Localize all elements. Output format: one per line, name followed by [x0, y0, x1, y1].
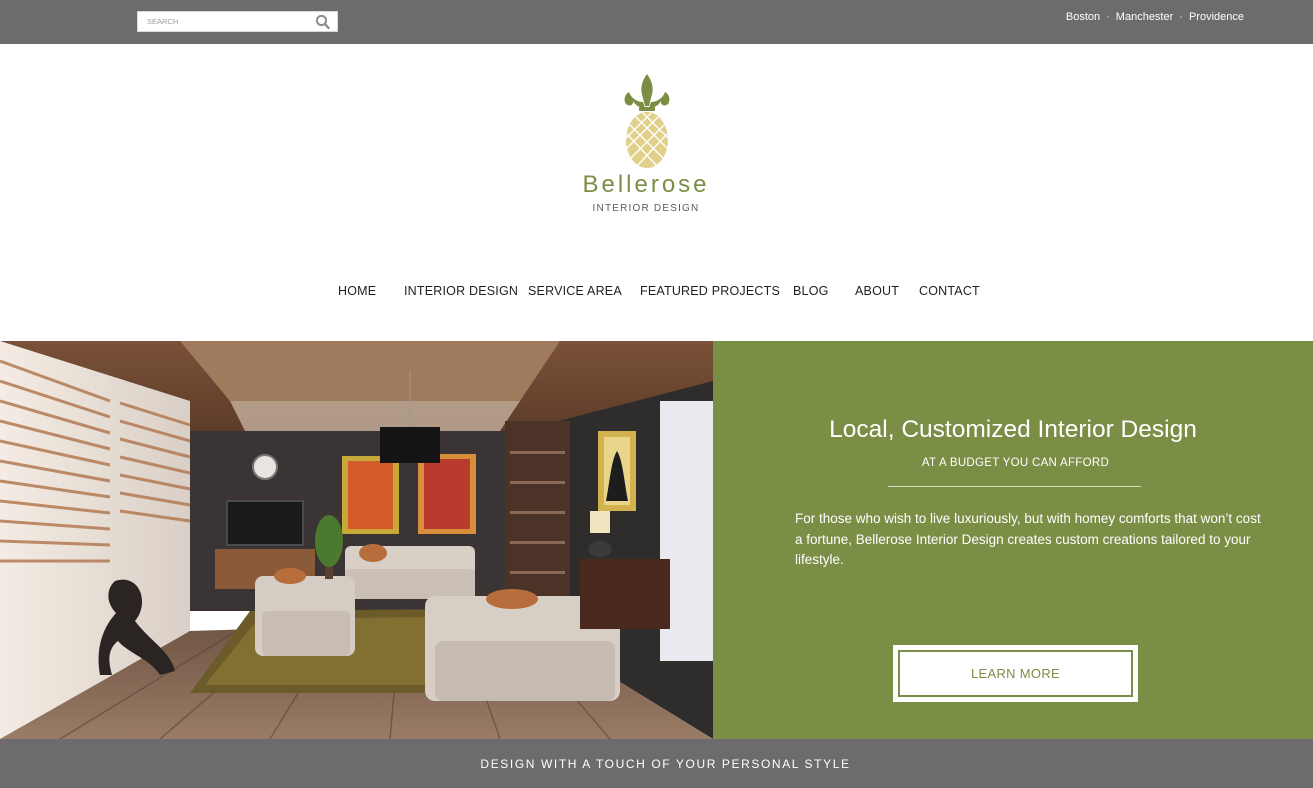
hero-description: For those who wish to live luxuriously, …	[795, 511, 1261, 567]
brand-tagline: INTERIOR DESIGN	[592, 203, 700, 214]
location-link-providence[interactable]: Providence	[1189, 11, 1244, 23]
learn-more-button[interactable]: LEARN MORE	[893, 645, 1138, 702]
search-input[interactable]	[138, 12, 310, 31]
top-bar: Boston · Manchester · Providence	[0, 0, 1313, 44]
fleur-de-lis-pineapple-icon	[624, 74, 670, 168]
location-link-boston[interactable]: Boston	[1066, 11, 1100, 23]
nav-item-blog[interactable]: BLOG	[793, 284, 829, 298]
learn-more-button-label: LEARN MORE	[898, 650, 1133, 697]
nav-item-contact[interactable]: CONTACT	[919, 284, 980, 298]
nav-item-featured-projects[interactable]: FEATURED PROJECTS	[640, 284, 780, 298]
nav-item-home[interactable]: HOME	[338, 284, 376, 298]
living-room-photo	[0, 341, 713, 739]
nav-item-about[interactable]: ABOUT	[855, 284, 899, 298]
slogan-text: DESIGN WITH A TOUCH OF YOUR PERSONAL STY…	[480, 757, 851, 771]
hero-title: Local, Customized Interior Design	[829, 416, 1197, 443]
divider	[888, 486, 1141, 487]
separator: ·	[1179, 11, 1183, 23]
hero-panel: Local, Customized Interior Design AT A B…	[713, 341, 1313, 739]
slogan-bar: DESIGN WITH A TOUCH OF YOUR PERSONAL STY…	[0, 739, 1313, 788]
location-links: Boston · Manchester · Providence	[1066, 11, 1244, 23]
hero-subtitle: AT A BUDGET YOU CAN AFFORD	[921, 457, 1110, 469]
brand-name: Bellerose	[582, 171, 710, 198]
separator: ·	[1106, 11, 1110, 23]
nav-item-interior-design[interactable]: INTERIOR DESIGN	[404, 284, 518, 298]
brand-logo[interactable]: Bellerose INTERIOR DESIGN	[566, 72, 726, 222]
living-room-illustration	[0, 341, 713, 739]
nav-item-service-area[interactable]: SERVICE AREA	[528, 284, 622, 298]
main-nav: HOME INTERIOR DESIGN SERVICE AREA FEATUR…	[0, 284, 1313, 300]
location-link-manchester[interactable]: Manchester	[1116, 11, 1173, 23]
search-icon[interactable]	[315, 14, 331, 30]
search-box[interactable]	[137, 11, 338, 32]
